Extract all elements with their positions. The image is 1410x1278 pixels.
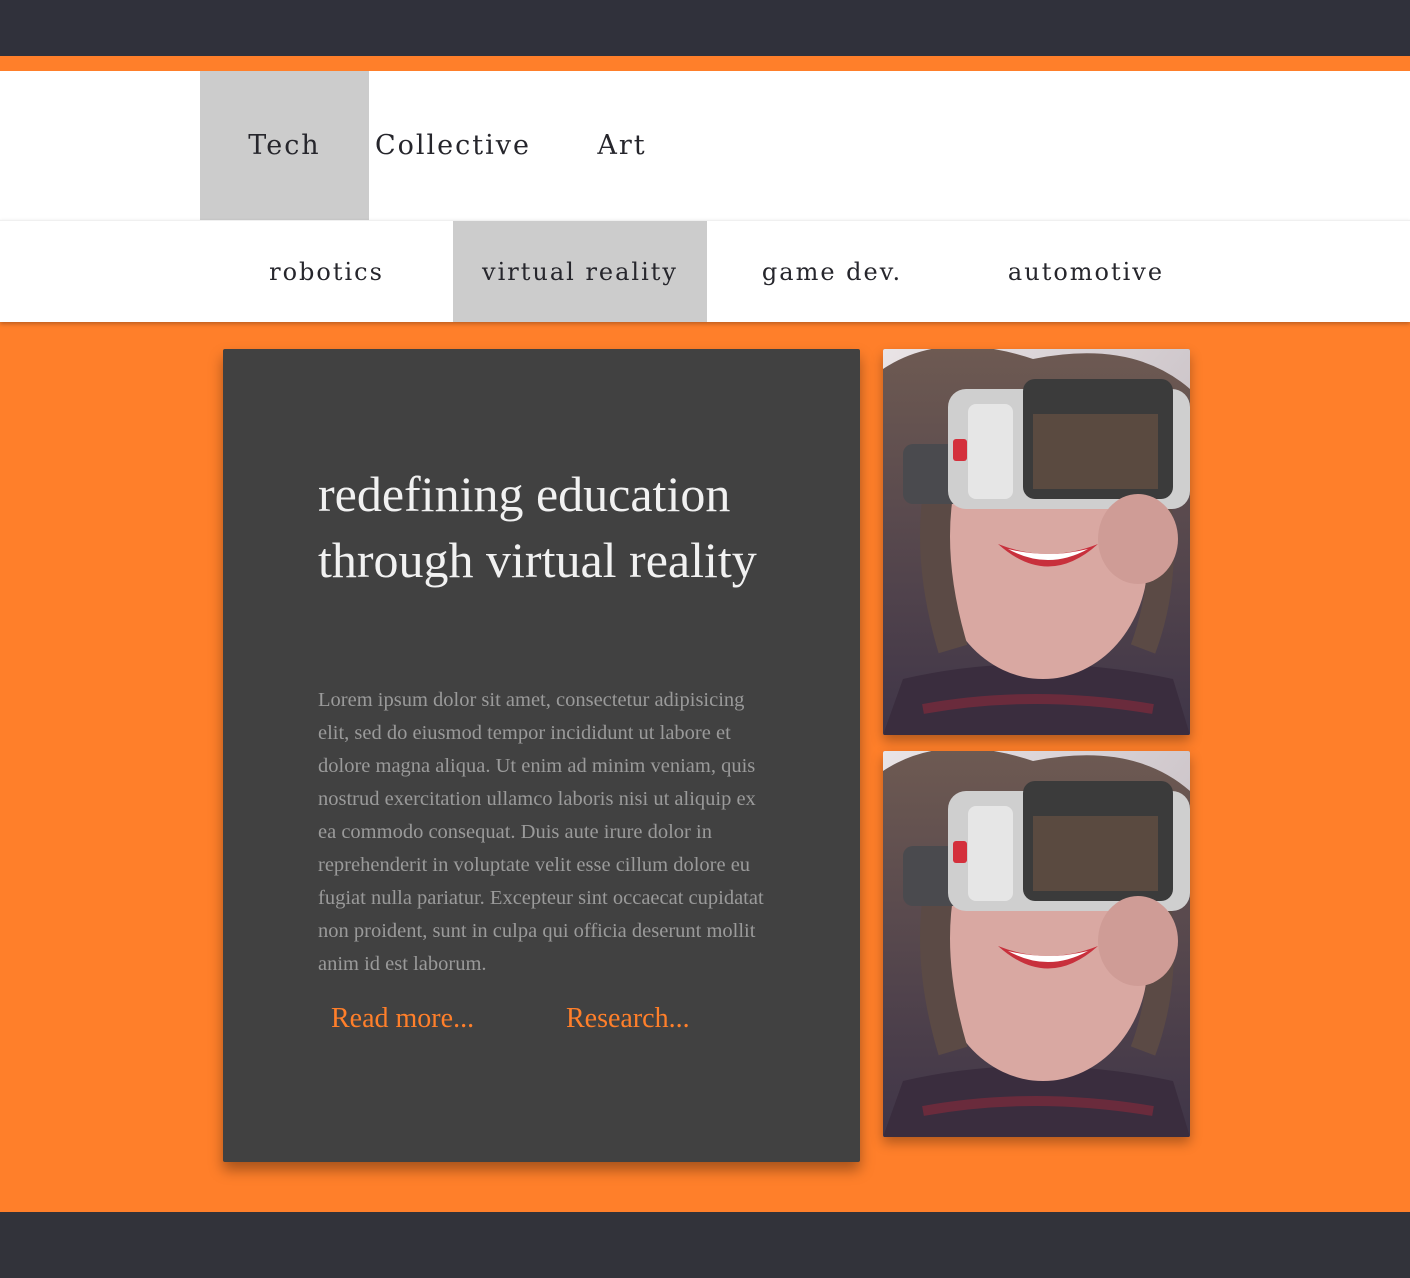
tab-tech[interactable]: Tech — [200, 71, 369, 220]
primary-nav: Tech Collective Art — [0, 71, 1410, 220]
read-more-link[interactable]: Read more... — [331, 1003, 474, 1035]
tab-collective-label: Collective — [374, 130, 531, 161]
subtab-virtual-reality-label: virtual reality — [482, 257, 678, 286]
subtab-game-dev[interactable]: game dev. — [707, 221, 957, 322]
subtab-virtual-reality[interactable]: virtual reality — [453, 221, 707, 322]
accent-strip — [0, 56, 1410, 71]
subtab-game-dev-label: game dev. — [761, 257, 903, 286]
tab-collective[interactable]: Collective — [369, 71, 537, 220]
secondary-nav: robotics virtual reality game dev. autom… — [0, 220, 1410, 322]
subtab-robotics-label: robotics — [269, 257, 384, 286]
subtab-automotive[interactable]: automotive — [957, 221, 1215, 322]
main-content: redefining education through virtual rea… — [0, 321, 1410, 1212]
article-title: redefining education through virtual rea… — [318, 466, 757, 588]
vr-photo-top — [883, 349, 1190, 735]
subtab-robotics[interactable]: robotics — [200, 221, 453, 322]
subtab-automotive-label: automotive — [1007, 257, 1165, 286]
research-link[interactable]: Research... — [566, 1003, 690, 1035]
vr-photo-bottom — [883, 751, 1190, 1137]
article-body: Lorem ipsum dolor sit amet, consectetur … — [318, 689, 764, 975]
tab-art-label: Art — [597, 130, 647, 161]
vr-headset-photo-illustration-2 — [883, 751, 1190, 1137]
tab-art[interactable]: Art — [537, 71, 707, 220]
article-card: redefining education through virtual rea… — [223, 349, 860, 1162]
vr-headset-photo-illustration — [883, 349, 1190, 735]
tab-tech-label: Tech — [248, 130, 321, 161]
top-bar — [0, 0, 1410, 56]
